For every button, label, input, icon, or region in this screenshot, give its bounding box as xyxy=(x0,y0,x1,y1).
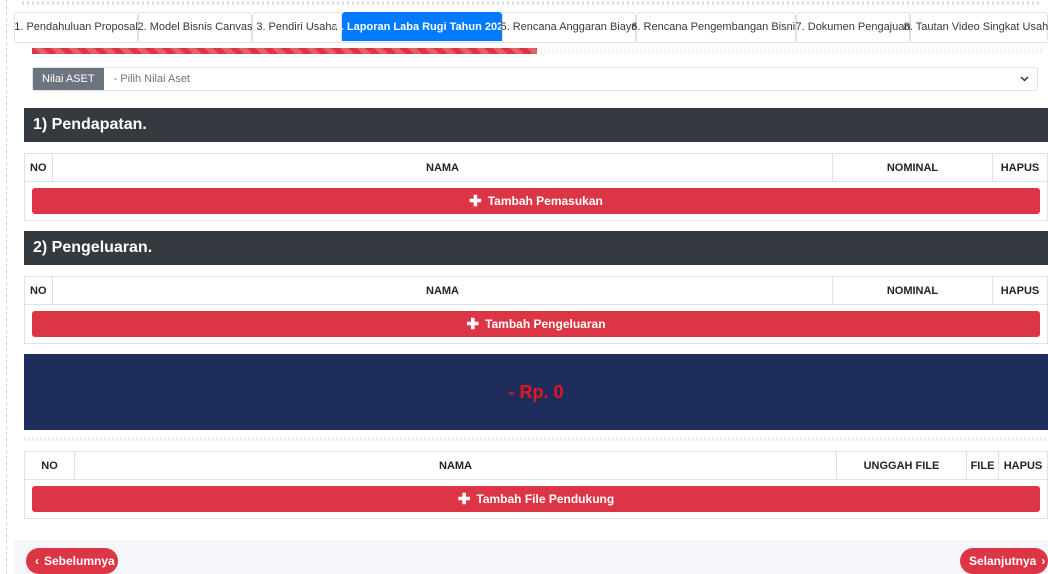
file-pendukung-table: NO NAMA UNGGAH FILE FILE HAPUS ✚ Tambah … xyxy=(24,451,1048,519)
tab-laporan-laba-rugi[interactable]: 4. Laporan Laba Rugi Tahun 2020 xyxy=(335,12,509,41)
col-no: NO xyxy=(25,277,53,304)
tab-rencana-anggaran[interactable]: 5. Rencana Anggaran Biaya xyxy=(501,12,638,41)
col-file: FILE xyxy=(967,452,999,479)
col-hapus: HAPUS xyxy=(1000,284,1040,297)
col-unggah-file: UNGGAH FILE xyxy=(837,452,967,479)
col-nama: NAMA xyxy=(75,452,837,479)
tab-rencana-pengembangan[interactable]: 6. Rencana Pengembangan Bisnis xyxy=(631,12,801,41)
wizard-progress-bar xyxy=(32,48,1042,54)
col-no: NO xyxy=(25,154,53,181)
sebelumnya-label: Sebelumnya xyxy=(44,554,115,568)
tab-pendahuluan[interactable]: 1. Pendahuluan Proposal xyxy=(14,12,138,41)
nilai-aset-dropdown[interactable]: - Pilih Nilai Aset xyxy=(104,68,1037,90)
nilai-aset-value: - Pilih Nilai Aset xyxy=(113,73,190,85)
chevron-left-icon: ‹ xyxy=(35,554,39,568)
nilai-aset-label: Nilai ASET xyxy=(33,68,104,90)
pendapatan-table: NO NAMA NOMINAL HAPUS ✚ Tambah Pemasukan xyxy=(24,153,1048,221)
col-nama: NAMA xyxy=(53,277,833,304)
file-table-header: NO NAMA UNGGAH FILE FILE HAPUS xyxy=(25,452,1047,480)
progress-fill xyxy=(32,48,537,54)
tambah-file-pendukung-label: Tambah File Pendukung xyxy=(476,492,615,506)
wizard-tabs: 1. Pendahuluan Proposal 2. Model Bisnis … xyxy=(14,12,1048,43)
tambah-pengeluaran-label: Tambah Pengeluaran xyxy=(485,317,606,331)
sebelumnya-button[interactable]: ‹ Sebelumnya xyxy=(26,548,118,574)
tab-dokumen-pengajuan[interactable]: 7. Dokumen Pengajuan xyxy=(796,12,910,41)
tab-pendiri-usaha[interactable]: 3. Pendiri Usaha xyxy=(252,12,342,41)
selanjutnya-label: Selanjutnya xyxy=(969,554,1037,568)
col-nominal: NOMINAL xyxy=(833,277,993,304)
pengeluaran-section-title: 2) Pengeluaran. xyxy=(24,231,1048,265)
chevron-right-icon: › xyxy=(1041,554,1046,568)
tambah-file-pendukung-button[interactable]: ✚ Tambah File Pendukung xyxy=(32,486,1040,512)
selanjutnya-button[interactable]: Selanjutnya › xyxy=(960,548,1048,574)
tab-model-bisnis[interactable]: 2. Model Bisnis Canvas xyxy=(138,12,252,41)
tab-tautan-video[interactable]: 8. Tautan Video Singkat Usaha xyxy=(904,12,1048,41)
col-nama: NAMA xyxy=(53,154,833,181)
plus-icon: ✚ xyxy=(469,192,482,210)
col-hapus: HAPUS xyxy=(1003,459,1043,472)
col-nominal: NOMINAL xyxy=(833,154,993,181)
tambah-pengeluaran-button[interactable]: ✚ Tambah Pengeluaran xyxy=(32,311,1040,337)
pengeluaran-table-header: NO NAMA NOMINAL HAPUS xyxy=(25,277,1047,305)
chevron-down-icon xyxy=(1020,74,1029,85)
plus-icon: ✚ xyxy=(466,315,480,333)
total-laba-rugi-panel: - Rp. 0 xyxy=(24,354,1048,430)
pendapatan-table-header: NO NAMA NOMINAL HAPUS xyxy=(25,154,1047,182)
pendapatan-section-title: 1) Pendapatan. xyxy=(24,108,1048,142)
plus-icon: ✚ xyxy=(457,490,471,508)
footer-area xyxy=(14,540,1048,574)
col-hapus: HAPUS xyxy=(1000,161,1040,174)
total-laba-rugi-value: - Rp. 0 xyxy=(508,381,564,402)
separator xyxy=(24,438,1048,441)
tambah-pemasukan-button[interactable]: ✚ Tambah Pemasukan xyxy=(32,188,1040,214)
tambah-pemasukan-label: Tambah Pemasukan xyxy=(487,194,603,208)
top-stripe xyxy=(22,1,1042,5)
nilai-aset-select[interactable]: Nilai ASET - Pilih Nilai Aset xyxy=(32,67,1038,91)
pengeluaran-table: NO NAMA NOMINAL HAPUS ✚ Tambah Pengeluar… xyxy=(24,276,1048,344)
page-edge-line xyxy=(6,0,7,574)
col-no: NO xyxy=(25,452,75,479)
